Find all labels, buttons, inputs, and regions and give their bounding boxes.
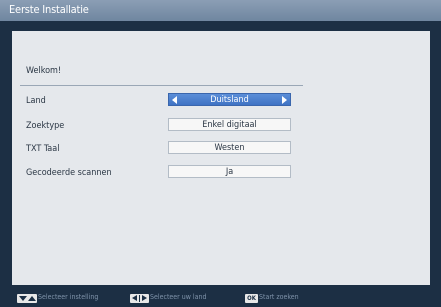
country-selector[interactable]: Duitsland: [168, 93, 291, 106]
settings-panel: Welkom! Land Duitsland Zoektype Enkel di…: [12, 31, 430, 285]
search-type-label: Zoektype: [26, 121, 65, 131]
hint-select-country: Selecteer uw land: [150, 293, 207, 301]
hint-start-search: Start zoeken: [259, 293, 299, 301]
teletext-language-label: TXT Taal: [26, 144, 60, 154]
footer-hints: Selecteer instelling Selecteer uw land O…: [0, 291, 441, 307]
title-bar: Eerste Installatie: [0, 0, 441, 21]
teletext-language-field[interactable]: Westen: [168, 141, 291, 154]
search-type-field[interactable]: Enkel digitaal: [168, 118, 291, 131]
country-label: Land: [26, 96, 46, 106]
welcome-heading: Welkom!: [26, 66, 62, 76]
up-down-arrows-icon: [17, 294, 37, 303]
encrypted-scan-label: Gecodeerde scannen: [26, 168, 112, 178]
country-value: Duitsland: [210, 95, 249, 105]
hint-select-setting: Selecteer instelling: [38, 293, 99, 301]
encrypted-scan-field[interactable]: Ja: [168, 165, 291, 178]
ok-key-icon: OK: [245, 294, 258, 303]
left-right-arrows-icon: [130, 294, 149, 303]
arrow-left-icon[interactable]: [172, 96, 177, 104]
installation-screen: Eerste Installatie Welkom! Land Duitslan…: [0, 0, 441, 307]
arrow-right-icon[interactable]: [282, 96, 287, 104]
window-title: Eerste Installatie: [9, 3, 89, 16]
divider: [20, 85, 303, 86]
